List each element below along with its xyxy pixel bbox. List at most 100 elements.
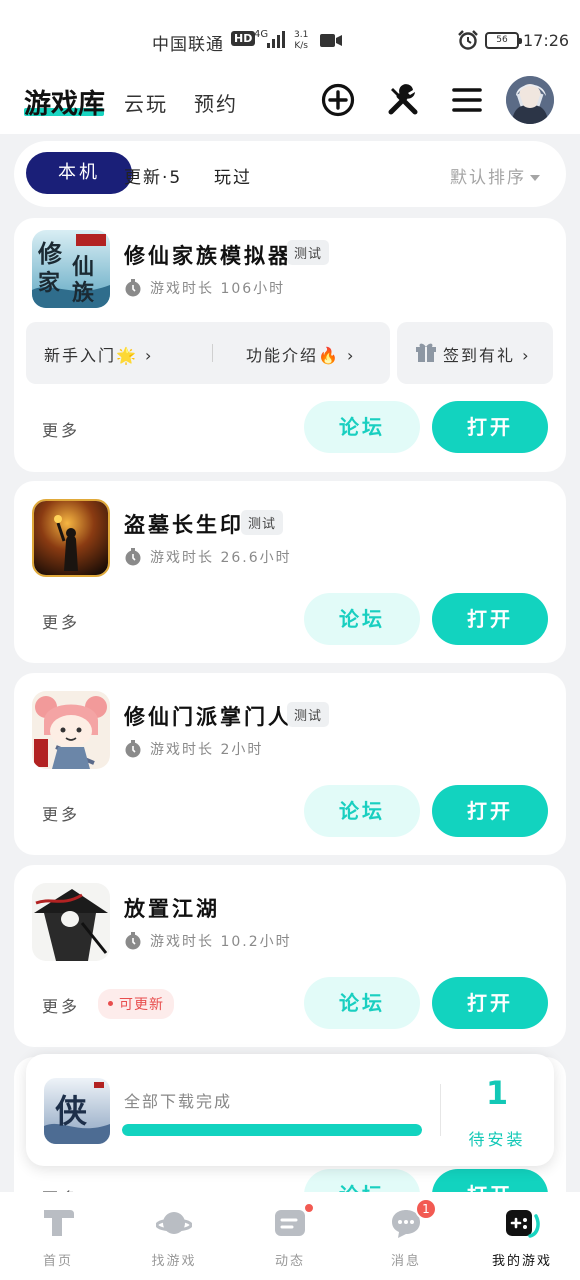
playtime: 游戏时长 2小时	[124, 739, 263, 759]
gamepad-icon	[506, 1210, 540, 1238]
carrier-name: 中国联通	[152, 35, 224, 55]
alarm-icon	[458, 30, 478, 50]
app-header: 游戏库 云玩 预约	[0, 72, 580, 134]
nav-find-games[interactable]: 找游戏	[116, 1192, 232, 1280]
forum-button[interactable]: 论坛	[304, 401, 420, 453]
tab-cloud-play[interactable]: 云玩	[124, 88, 168, 117]
stopwatch-icon	[125, 548, 141, 566]
signal-icon	[267, 31, 285, 48]
home-icon	[44, 1210, 74, 1236]
playtime-text: 游戏时长 10.2小时	[150, 934, 292, 950]
game-icon	[32, 883, 110, 961]
battery-indicator: 56	[485, 32, 522, 49]
open-button[interactable]: 打开	[432, 593, 548, 645]
game-title: 放置江湖	[124, 896, 220, 921]
nav-messages[interactable]: 1 消息	[348, 1192, 464, 1280]
network-speed: 3.1 K/s	[294, 30, 308, 52]
gift-icon	[416, 343, 436, 362]
nav-home-label: 首页	[42, 1254, 73, 1269]
nav-activity-label: 动态	[274, 1254, 305, 1269]
playtime: 游戏时长 26.6小时	[124, 547, 292, 567]
nav-messages-label: 消息	[390, 1254, 421, 1269]
network-type: 4G	[254, 29, 269, 40]
menu-icon[interactable]	[449, 82, 485, 118]
dot-icon	[108, 1001, 113, 1006]
download-status-panel[interactable]: 侠 全部下载完成 1 待安装	[26, 1054, 554, 1166]
nav-my-games-label: 我的游戏	[491, 1254, 552, 1269]
notification-dot	[303, 1202, 315, 1214]
game-icon: 修 家 仙 族	[32, 230, 110, 308]
playtime: 游戏时长 106小时	[124, 278, 285, 298]
game-card[interactable]: 放置江湖 游戏时长 10.2小时 更多 可更新 论坛 打开	[14, 865, 566, 1047]
forum-button[interactable]: 论坛	[304, 593, 420, 645]
divider	[212, 344, 213, 362]
game-card[interactable]: 修仙门派掌门人 测试 游戏时长 2小时 更多 论坛 打开	[14, 673, 566, 855]
activity-card-icon	[275, 1210, 305, 1236]
more-link[interactable]: 更多	[42, 801, 80, 825]
clock-time: 17:26	[523, 31, 570, 50]
test-tag: 测试	[241, 510, 284, 535]
update-available-badge: 可更新	[98, 989, 174, 1019]
svg-text:仙: 仙	[72, 254, 94, 280]
pending-install-label[interactable]: 待安装	[440, 1126, 554, 1150]
more-link[interactable]: 更多	[42, 417, 80, 441]
tools-icon[interactable]	[385, 82, 421, 118]
guide-features-link[interactable]: 功能介绍🔥 ›	[246, 342, 355, 366]
speed-unit: K/s	[294, 41, 308, 51]
planet-icon	[156, 1212, 192, 1234]
update-badge-label: 可更新	[119, 997, 164, 1013]
avatar[interactable]	[506, 76, 554, 124]
game-card[interactable]: 修 家 仙 族 修仙家族模拟器 测试 游戏时长 106小时 新手入门🌟 › 功能…	[14, 218, 566, 472]
svg-text:侠: 侠	[55, 1092, 88, 1130]
hd-indicator: HD	[231, 31, 256, 46]
forum-button[interactable]: 论坛	[304, 977, 420, 1029]
stopwatch-icon	[125, 932, 141, 950]
playtime-text: 游戏时长 106小时	[150, 281, 286, 297]
add-circle-icon[interactable]	[320, 82, 356, 118]
downloaded-game-icon: 侠	[44, 1078, 110, 1144]
download-progress-fill	[122, 1124, 422, 1136]
page-title: 游戏库	[24, 89, 105, 120]
open-button[interactable]: 打开	[432, 401, 548, 453]
gift-label: 签到有礼 ›	[443, 346, 531, 365]
svg-text:族: 族	[72, 280, 95, 306]
camera-icon	[320, 34, 342, 47]
filter-tab-played[interactable]: 玩过	[214, 163, 252, 188]
avatar-image	[506, 76, 554, 124]
open-button[interactable]: 打开	[432, 977, 548, 1029]
stopwatch-icon	[125, 740, 141, 758]
forum-button[interactable]: 论坛	[304, 785, 420, 837]
nav-my-games[interactable]: 我的游戏	[464, 1192, 580, 1280]
game-title: 修仙门派掌门人	[124, 704, 292, 729]
guide-newbie-link[interactable]: 新手入门🌟 ›	[44, 342, 153, 366]
caret-down-icon	[530, 175, 540, 181]
nav-activity[interactable]: 动态	[232, 1192, 348, 1280]
game-card[interactable]: 盗墓长生印 测试 游戏时长 26.6小时 更多 论坛 打开	[14, 481, 566, 663]
guide-links: 新手入门🌟 › 功能介绍🔥 ›	[26, 322, 390, 384]
game-title: 盗墓长生印	[124, 512, 244, 537]
pending-install-count: 1	[485, 1074, 509, 1112]
game-icon	[32, 691, 110, 769]
download-progress-bar	[122, 1124, 422, 1136]
open-button[interactable]: 打开	[432, 785, 548, 837]
tab-reservation[interactable]: 预约	[194, 88, 238, 117]
filter-tab-local[interactable]: 本机	[26, 152, 132, 194]
more-link[interactable]: 更多	[42, 609, 80, 633]
more-link[interactable]: 更多	[42, 993, 80, 1017]
playtime-text: 游戏时长 26.6小时	[150, 550, 292, 566]
test-tag: 测试	[287, 702, 330, 727]
speed-value: 3.1	[294, 30, 309, 40]
sort-label: 默认排序	[450, 168, 526, 188]
stopwatch-icon	[125, 279, 141, 297]
download-status-text: 全部下载完成	[124, 1092, 233, 1111]
filter-bar: 本机 更新·5 玩过 默认排序	[14, 141, 566, 207]
game-title: 修仙家族模拟器	[124, 243, 292, 268]
sort-dropdown[interactable]: 默认排序	[450, 163, 540, 188]
checkin-gift-button[interactable]: 签到有礼 ›	[397, 322, 553, 384]
nav-find-label: 找游戏	[151, 1254, 197, 1269]
test-tag: 测试	[287, 240, 330, 265]
tab-game-library[interactable]: 游戏库	[24, 82, 105, 121]
filter-tab-updates[interactable]: 更新·5	[124, 163, 182, 188]
nav-home[interactable]: 首页	[0, 1192, 116, 1280]
svg-text:家: 家	[38, 270, 61, 296]
